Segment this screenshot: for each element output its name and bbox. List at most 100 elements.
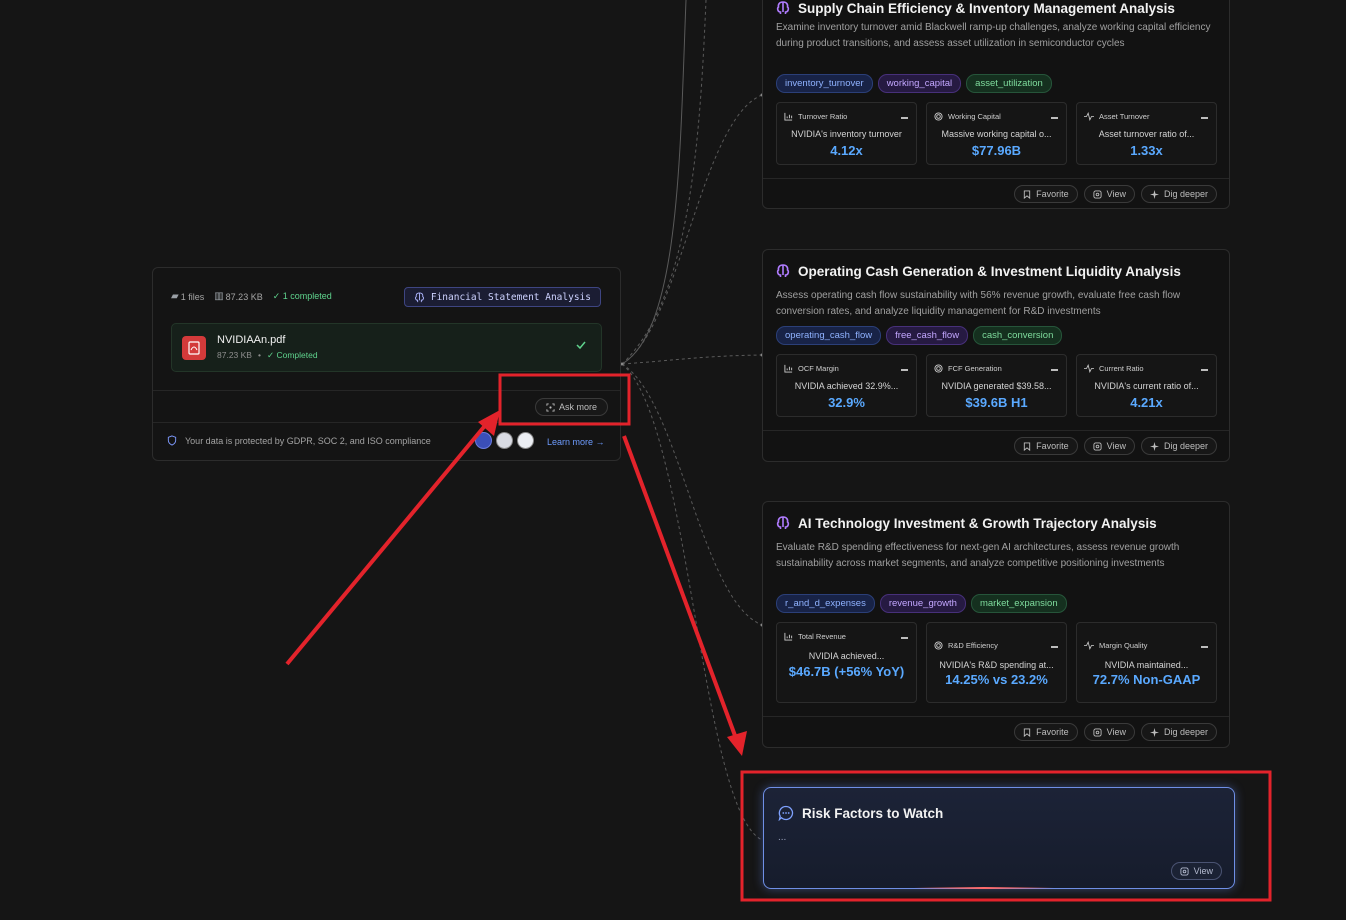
soc2-badge-icon: [496, 432, 513, 449]
bar-chart-icon: [784, 364, 793, 373]
card-actions: Favorite View Dig deeper: [1014, 437, 1217, 455]
tag[interactable]: revenue_growth: [879, 594, 966, 613]
upload-card: ▰ 1 files ▥ 87.23 KB ✓ 1 completed Finan…: [152, 267, 621, 461]
metric-card[interactable]: Working Capital Massive working capital …: [926, 102, 1067, 165]
meta-separator: •: [257, 350, 261, 360]
bookmark-icon: [1023, 189, 1031, 199]
card-title: Risk Factors to Watch: [802, 805, 944, 821]
card-title: Operating Cash Generation & Investment L…: [798, 263, 1181, 279]
learn-more-link[interactable]: Learn more →: [547, 437, 605, 447]
view-button[interactable]: View: [1083, 185, 1135, 203]
metric-label: Turnover Ratio: [798, 112, 848, 121]
card-title: Supply Chain Efficiency & Inventory Mana…: [798, 0, 1175, 16]
tag-list: r_and_d_expenses revenue_growth market_e…: [776, 594, 1067, 613]
metric-card[interactable]: OCF Margin NVIDIA achieved 32.9%... 32.9…: [776, 354, 917, 417]
metric-value: 32.9%: [828, 395, 865, 410]
brain-icon: [775, 263, 791, 279]
metric-description: NVIDIA achieved...: [808, 651, 885, 661]
pulse-icon: [1084, 641, 1094, 650]
check-icon: [575, 339, 587, 351]
folder-icon: ▰: [171, 291, 179, 302]
eye-icon: [1180, 866, 1189, 876]
shield-icon: [167, 435, 177, 446]
metric-card[interactable]: Current Ratio NVIDIA's current ratio of.…: [1076, 354, 1217, 417]
metric-card[interactable]: Turnover Ratio NVIDIA's inventory turnov…: [776, 102, 917, 165]
minus-icon[interactable]: [1051, 117, 1058, 119]
iso-badge-icon: [517, 432, 534, 449]
tag-list: operating_cash_flow free_cash_flow cash_…: [776, 326, 1063, 345]
minus-icon[interactable]: [1051, 369, 1058, 371]
tag[interactable]: working_capital: [877, 74, 962, 93]
tag[interactable]: market_expansion: [970, 594, 1067, 613]
minus-icon[interactable]: [901, 117, 908, 119]
card-description: Evaluate R&D spending effectiveness for …: [776, 542, 1180, 569]
view-button[interactable]: View: [1083, 723, 1135, 741]
view-button[interactable]: View: [1170, 862, 1222, 880]
chat-bubble-icon: [778, 805, 794, 821]
minus-icon[interactable]: [901, 369, 908, 371]
metric-description: NVIDIA's current ratio of...: [1094, 381, 1199, 391]
card-title: AI Technology Investment & Growth Trajec…: [798, 515, 1157, 531]
file-meta: 87.23 KB • ✓ Completed: [217, 350, 318, 361]
metric-description: Asset turnover ratio of...: [1098, 129, 1195, 139]
card-actions: Favorite View Dig deeper: [1014, 723, 1217, 741]
card-header: Risk Factors to Watch: [778, 805, 943, 821]
dig-deeper-button[interactable]: Dig deeper: [1140, 437, 1217, 455]
eye-icon: [1093, 441, 1102, 451]
metric-card[interactable]: FCF Generation NVIDIA generated $39.58..…: [926, 354, 1067, 417]
metric-card[interactable]: Total Revenue NVIDIA achieved... $46.7B …: [776, 622, 917, 703]
completed-count: ✓ 1 completed: [272, 291, 332, 301]
pdf-icon: [182, 336, 206, 360]
metric-label: FCF Generation: [948, 364, 1002, 373]
tag[interactable]: free_cash_flow: [886, 326, 969, 345]
brain-icon: [414, 291, 425, 303]
tag[interactable]: r_and_d_expenses: [776, 594, 875, 613]
bookmark-icon: [1023, 441, 1031, 451]
metric-description: NVIDIA maintained...: [1104, 660, 1189, 670]
tag[interactable]: cash_conversion: [973, 326, 1063, 345]
favorite-button[interactable]: Favorite: [1014, 185, 1078, 203]
metric-card[interactable]: R&D Efficiency NVIDIA's R&D spending at.…: [926, 622, 1067, 703]
card-header: Supply Chain Efficiency & Inventory Mana…: [775, 0, 1175, 16]
file-status: ✓ Completed: [266, 350, 318, 360]
bar-chart-icon: [784, 112, 793, 121]
bookmark-icon: [1023, 727, 1031, 737]
metric-description: NVIDIA's inventory turnover: [791, 129, 902, 139]
metric-label: Current Ratio: [1099, 364, 1144, 373]
tag[interactable]: inventory_turnover: [776, 74, 873, 93]
minus-icon[interactable]: [901, 637, 908, 639]
metric-value: $77.96B: [971, 143, 1022, 158]
target-icon: [934, 112, 943, 121]
loading-ellipsis: ...: [778, 832, 787, 843]
minus-icon[interactable]: [1051, 646, 1058, 648]
metric-card[interactable]: Asset Turnover Asset turnover ratio of..…: [1076, 102, 1217, 165]
metric-description: NVIDIA achieved 32.9%...: [794, 381, 899, 391]
eye-icon: [1093, 189, 1102, 199]
file-row[interactable]: NVIDIAAn.pdf 87.23 KB • ✓ Completed: [171, 323, 602, 372]
metric-label: Working Capital: [948, 112, 1001, 121]
divider: [153, 422, 620, 423]
file-name: NVIDIAAn.pdf: [217, 334, 286, 346]
tag[interactable]: operating_cash_flow: [776, 326, 882, 345]
minus-icon[interactable]: [1201, 369, 1208, 371]
ask-more-button[interactable]: Ask more: [535, 398, 608, 416]
target-icon: [934, 364, 943, 373]
divider: [153, 390, 620, 391]
favorite-button[interactable]: Favorite: [1014, 437, 1078, 455]
card-description: Assess operating cash flow sustainabilit…: [776, 290, 1181, 317]
total-size: ▥ 87.23 KB: [214, 291, 263, 302]
tag[interactable]: asset_utilization: [966, 74, 1052, 93]
risk-factors-card[interactable]: Risk Factors to Watch ... View: [763, 787, 1235, 889]
dig-deeper-button[interactable]: Dig deeper: [1140, 723, 1217, 741]
analysis-type-badge[interactable]: Financial Statement Analysis: [403, 287, 601, 307]
minus-icon[interactable]: [1201, 117, 1208, 119]
metric-label: OCF Margin: [798, 364, 839, 373]
metric-card[interactable]: Margin Quality NVIDIA maintained... 72.7…: [1076, 622, 1217, 703]
metric-value: 4.12x: [830, 143, 863, 158]
dig-deeper-button[interactable]: Dig deeper: [1140, 185, 1217, 203]
view-button[interactable]: View: [1083, 437, 1135, 455]
metric-description: NVIDIA's R&D spending at...: [939, 660, 1054, 670]
minus-icon[interactable]: [1201, 646, 1208, 648]
tag-list: inventory_turnover working_capital asset…: [776, 74, 1052, 93]
favorite-button[interactable]: Favorite: [1014, 723, 1078, 741]
